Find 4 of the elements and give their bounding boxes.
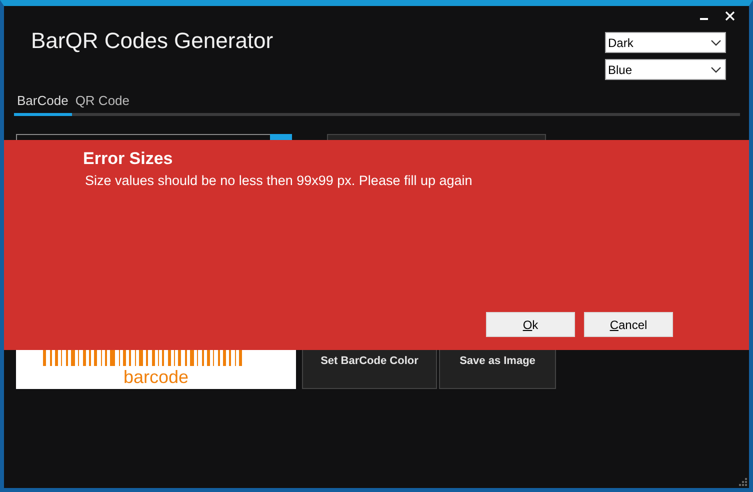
barcode-caption: barcode [123, 366, 189, 388]
dialog-title: Error Sizes [83, 149, 174, 169]
dialog-message: Size values should be no less then 99x99 px. Please fill up again [85, 173, 474, 188]
window-title: BarQR Codes Generator [31, 28, 274, 55]
